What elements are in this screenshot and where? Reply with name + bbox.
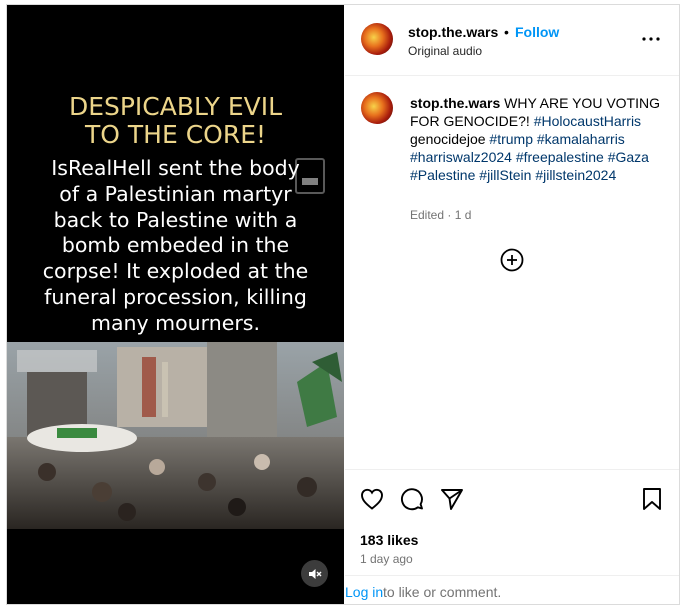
body-line: back to Palestine with a [53,207,298,232]
body-line: of a Palestinian martyr [59,181,292,206]
body-line: corpse! It exploded at the [42,259,309,284]
video-body-text: IsRealHell sent the body of a Palestinia… [7,156,344,337]
speaker-muted-icon[interactable] [301,560,328,587]
hashtag-link[interactable]: #trump [489,131,533,147]
hashtag-link[interactable]: #harriswalz2024 [410,149,512,165]
separator-dot: • [504,24,509,40]
caption-avatar[interactable] [361,92,393,124]
share-icon[interactable] [439,486,465,512]
username-link[interactable]: stop.the.wars [408,24,498,40]
body-line: funeral procession, killing [44,284,307,309]
bookmark-icon[interactable] [639,486,665,512]
caption-word: genocidejoe [410,131,486,147]
hashtag-link[interactable]: #kamalaharris [537,131,625,147]
caption-username[interactable]: stop.the.wars [410,95,500,111]
hashtag-link[interactable]: #jillstein2024 [535,167,616,183]
video-player[interactable]: DESPICABLY EVIL TO THE CORE! IsRealHell … [7,5,344,604]
post-sidebar: stop.the.wars • Follow Original audio st… [345,5,679,604]
login-prompt: Log in to like or comment. [345,575,679,605]
avatar[interactable] [361,23,393,55]
post-timestamp[interactable]: 1 day ago [360,552,413,566]
comment-icon[interactable] [399,486,425,512]
hashtag-link[interactable]: #HolocaustHarris [534,113,641,129]
body-line: bomb embeded in the [61,233,290,258]
more-horizontal-icon[interactable] [640,29,662,49]
heart-icon[interactable] [359,486,385,512]
likes-count[interactable]: 183 likes [360,532,418,548]
audio-link[interactable]: Original audio [408,44,482,58]
hashtag-link[interactable]: #freepalestine [516,149,604,165]
login-prompt-text: to like or comment. [383,584,502,600]
headline-line: TO THE CORE! [84,120,267,149]
login-link[interactable]: Log in [345,584,383,600]
hashtag-link[interactable]: #jillStein [479,167,531,183]
headline-line: DESPICABLY EVIL [68,92,283,121]
video-headline: DESPICABLY EVIL TO THE CORE! [7,93,344,149]
body-line: IsRealHell sent the body [51,156,300,180]
caption-meta: Edited · 1 d [410,208,472,222]
video-overlay-icon [295,158,325,194]
add-circle-icon[interactable] [500,248,524,272]
action-bar: 183 likes 1 day ago Log in to like or co… [345,469,679,604]
video-frame-crowd [7,342,344,529]
post-header: stop.the.wars • Follow Original audio [345,5,679,76]
hashtag-link[interactable]: #Gaza [608,149,649,165]
hashtag-link[interactable]: #Palestine [410,167,475,183]
caption-text: stop.the.wars WHY ARE YOU VOTING FOR GEN… [410,94,670,184]
follow-button[interactable]: Follow [515,24,559,40]
body-line: many mourners. [91,310,260,335]
